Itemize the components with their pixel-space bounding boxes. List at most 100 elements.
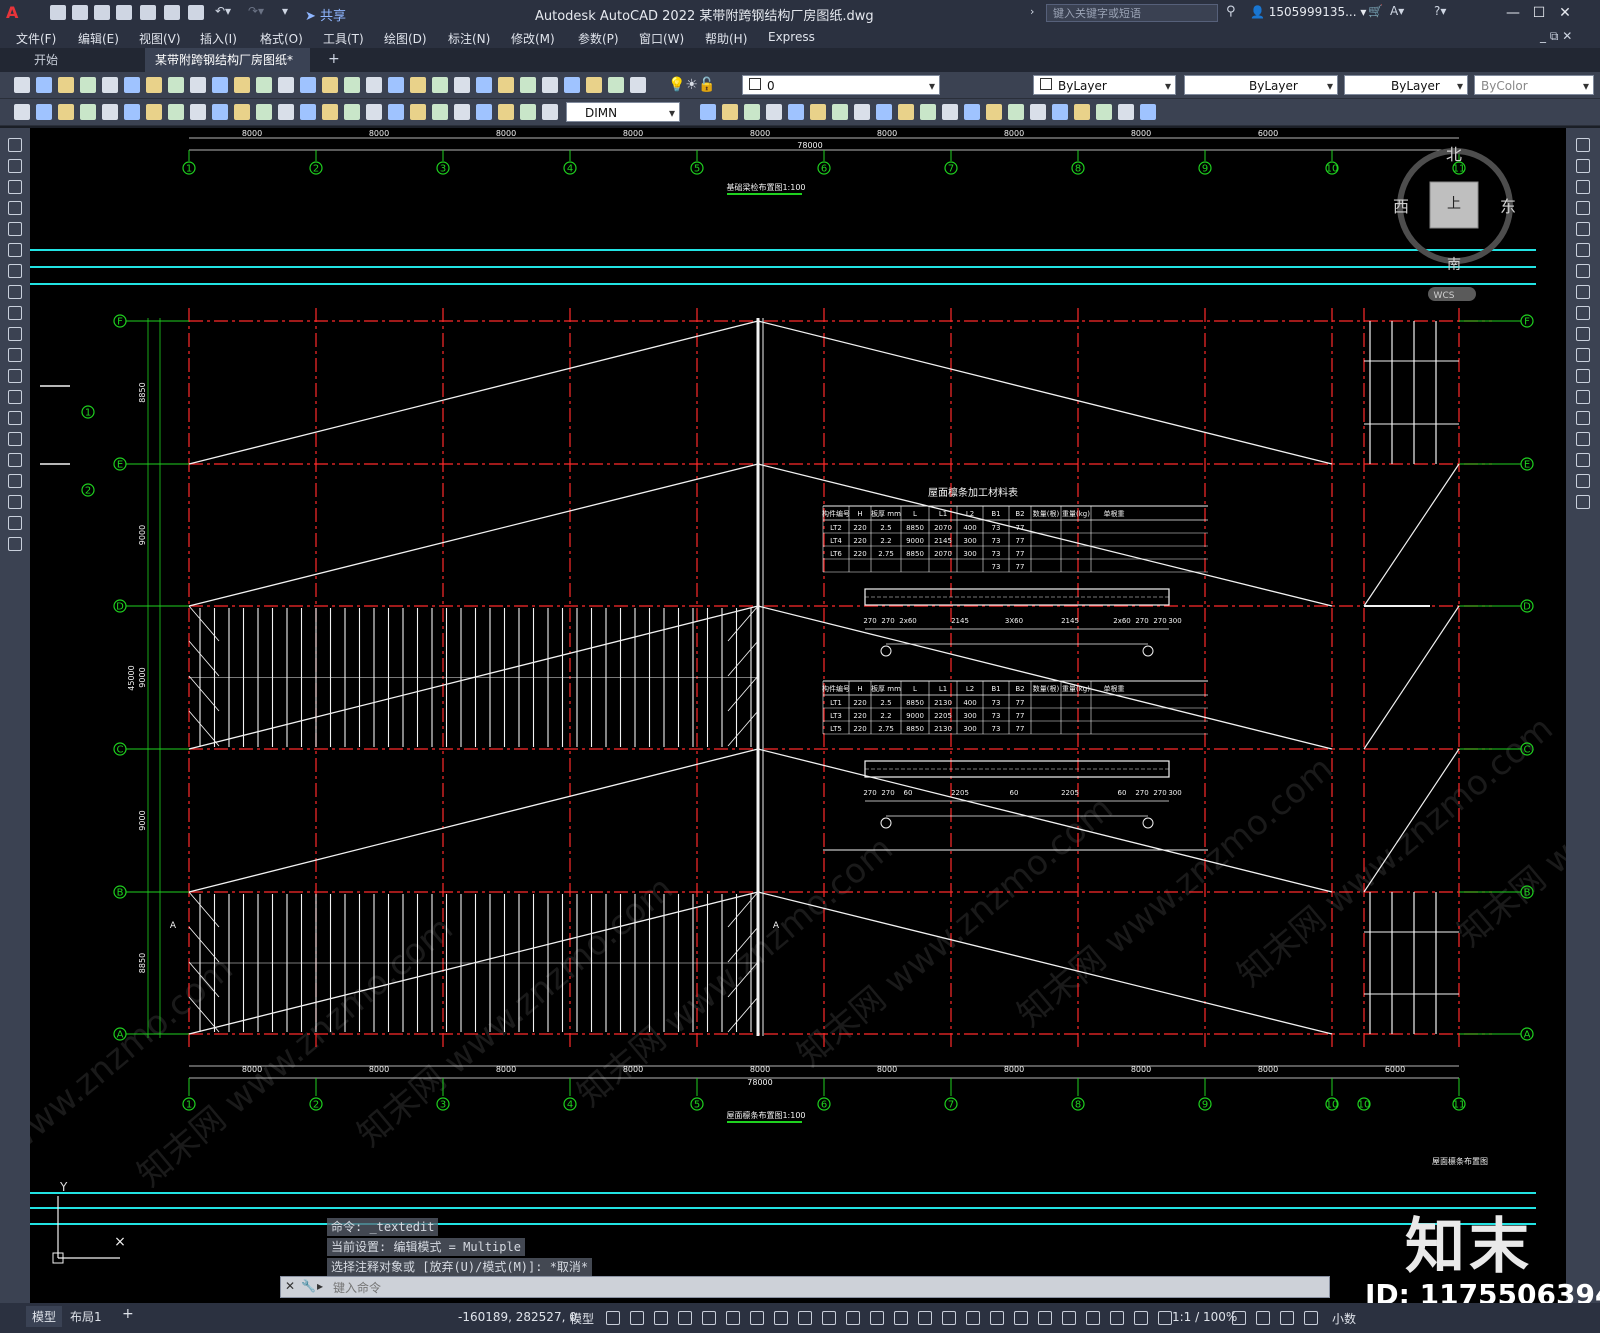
status-toggle-icon[interactable] bbox=[1062, 1311, 1076, 1325]
status-toggle-icon[interactable] bbox=[1232, 1311, 1246, 1325]
tool-icon[interactable] bbox=[722, 104, 738, 120]
units-readout[interactable]: 小数 bbox=[1332, 1310, 1356, 1327]
tool-icon[interactable] bbox=[102, 104, 118, 120]
tool-icon[interactable] bbox=[14, 104, 30, 120]
draw-tool-icon[interactable] bbox=[8, 138, 22, 152]
tab-drawing[interactable]: 某带附跨钢结构厂房图纸* ✕ bbox=[145, 48, 310, 91]
status-toggle-icon[interactable] bbox=[798, 1311, 812, 1325]
modify-tool-icon[interactable] bbox=[1576, 453, 1590, 467]
status-toggle-icon[interactable] bbox=[870, 1311, 884, 1325]
tool-icon[interactable] bbox=[36, 77, 52, 93]
tool-icon[interactable] bbox=[102, 77, 118, 93]
status-toggle-icon[interactable] bbox=[1280, 1311, 1294, 1325]
command-prompt-icon[interactable]: ▸ bbox=[317, 1279, 323, 1293]
menu-tools[interactable]: 工具(T) bbox=[323, 30, 364, 47]
tool-icon[interactable] bbox=[190, 77, 206, 93]
tool-icon[interactable] bbox=[14, 77, 30, 93]
tool-icon[interactable] bbox=[942, 104, 958, 120]
draw-tool-icon[interactable] bbox=[8, 327, 22, 341]
draw-tool-icon[interactable] bbox=[8, 495, 22, 509]
draw-tool-icon[interactable] bbox=[8, 264, 22, 278]
tool-icon[interactable] bbox=[520, 104, 536, 120]
tool-icon[interactable] bbox=[700, 104, 716, 120]
tool-icon[interactable] bbox=[388, 77, 404, 93]
open-icon[interactable] bbox=[72, 5, 88, 20]
tool-icon[interactable] bbox=[1096, 104, 1112, 120]
layer-dropdown[interactable]: 0 bbox=[742, 75, 940, 95]
draw-tool-icon[interactable] bbox=[8, 180, 22, 194]
model-space-toggle[interactable]: 模型 bbox=[570, 1310, 594, 1327]
web-mobile-icon[interactable] bbox=[140, 5, 156, 20]
status-toggle-icon[interactable] bbox=[726, 1311, 740, 1325]
tool-icon[interactable] bbox=[542, 104, 558, 120]
tool-icon[interactable] bbox=[744, 104, 760, 120]
autodesk-a360-icon[interactable]: A▾ bbox=[1390, 4, 1404, 18]
tool-icon[interactable] bbox=[986, 104, 1002, 120]
tool-icon[interactable] bbox=[608, 77, 624, 93]
cart-icon[interactable]: 🛒 bbox=[1368, 4, 1383, 18]
tool-icon[interactable] bbox=[366, 77, 382, 93]
status-toggle-icon[interactable] bbox=[750, 1311, 764, 1325]
save-icon[interactable] bbox=[94, 5, 110, 20]
tool-icon[interactable] bbox=[432, 104, 448, 120]
modify-tool-icon[interactable] bbox=[1576, 180, 1590, 194]
command-input[interactable] bbox=[331, 1279, 1315, 1297]
draw-tool-icon[interactable] bbox=[8, 285, 22, 299]
new-tab-icon[interactable]: + bbox=[328, 51, 340, 67]
modify-tool-icon[interactable] bbox=[1576, 201, 1590, 215]
tool-icon[interactable] bbox=[124, 104, 140, 120]
tool-icon[interactable] bbox=[256, 77, 272, 93]
tool-icon[interactable] bbox=[322, 104, 338, 120]
menu-parametric[interactable]: 参数(P) bbox=[578, 30, 619, 47]
modify-tool-icon[interactable] bbox=[1576, 222, 1590, 236]
tool-icon[interactable] bbox=[766, 104, 782, 120]
tool-icon[interactable] bbox=[1074, 104, 1090, 120]
new-icon[interactable] bbox=[50, 5, 66, 20]
annotation-scale[interactable]: 1:1 / 100% bbox=[1172, 1310, 1237, 1324]
draw-tool-icon[interactable] bbox=[8, 411, 22, 425]
tool-icon[interactable] bbox=[58, 77, 74, 93]
tool-icon[interactable] bbox=[854, 104, 870, 120]
tab-layout1[interactable]: 布局1 bbox=[70, 1308, 102, 1325]
tool-icon[interactable] bbox=[876, 104, 892, 120]
tool-icon[interactable] bbox=[322, 77, 338, 93]
status-toggle-icon[interactable] bbox=[990, 1311, 1004, 1325]
draw-tool-icon[interactable] bbox=[8, 306, 22, 320]
status-toggle-icon[interactable] bbox=[846, 1311, 860, 1325]
status-toggle-icon[interactable] bbox=[630, 1311, 644, 1325]
close-icon[interactable]: ✕ bbox=[1554, 3, 1576, 23]
add-layout-icon[interactable]: + bbox=[122, 1306, 134, 1322]
command-line[interactable]: ✕ 🔧 ▸ bbox=[280, 1276, 1330, 1298]
tool-icon[interactable] bbox=[300, 77, 316, 93]
tool-icon[interactable] bbox=[146, 77, 162, 93]
modify-tool-icon[interactable] bbox=[1576, 474, 1590, 488]
draw-tool-icon[interactable] bbox=[8, 516, 22, 530]
search-input[interactable]: 键入关键字或短语 bbox=[1046, 4, 1218, 22]
tool-icon[interactable] bbox=[190, 104, 206, 120]
status-toggle-icon[interactable] bbox=[1038, 1311, 1052, 1325]
color-dropdown[interactable]: ByLayer bbox=[1033, 75, 1176, 95]
sheet-icon[interactable] bbox=[164, 5, 180, 20]
modify-tool-icon[interactable] bbox=[1576, 159, 1590, 173]
status-toggle-icon[interactable] bbox=[894, 1311, 908, 1325]
tool-icon[interactable] bbox=[212, 77, 228, 93]
menu-draw[interactable]: 绘图(D) bbox=[384, 30, 427, 47]
customize-icon[interactable]: ▾ bbox=[282, 4, 288, 18]
tool-icon[interactable] bbox=[278, 77, 294, 93]
dimstyle-dropdown[interactable]: DIMN bbox=[566, 102, 680, 122]
status-toggle-icon[interactable] bbox=[1304, 1311, 1318, 1325]
status-toggle-icon[interactable] bbox=[1134, 1311, 1148, 1325]
tool-icon[interactable] bbox=[630, 77, 646, 93]
menu-file[interactable]: 文件(F) bbox=[16, 30, 56, 47]
tool-icon[interactable] bbox=[898, 104, 914, 120]
tool-icon[interactable] bbox=[80, 77, 96, 93]
draw-tool-icon[interactable] bbox=[8, 159, 22, 173]
status-toggle-icon[interactable] bbox=[678, 1311, 692, 1325]
tool-icon[interactable] bbox=[520, 77, 536, 93]
modify-tool-icon[interactable] bbox=[1576, 495, 1590, 509]
layer-state-icons[interactable]: 💡☀🔓 bbox=[668, 77, 715, 93]
draw-tool-icon[interactable] bbox=[8, 432, 22, 446]
draw-tool-icon[interactable] bbox=[8, 243, 22, 257]
status-toggle-icon[interactable] bbox=[702, 1311, 716, 1325]
draw-tool-icon[interactable] bbox=[8, 348, 22, 362]
